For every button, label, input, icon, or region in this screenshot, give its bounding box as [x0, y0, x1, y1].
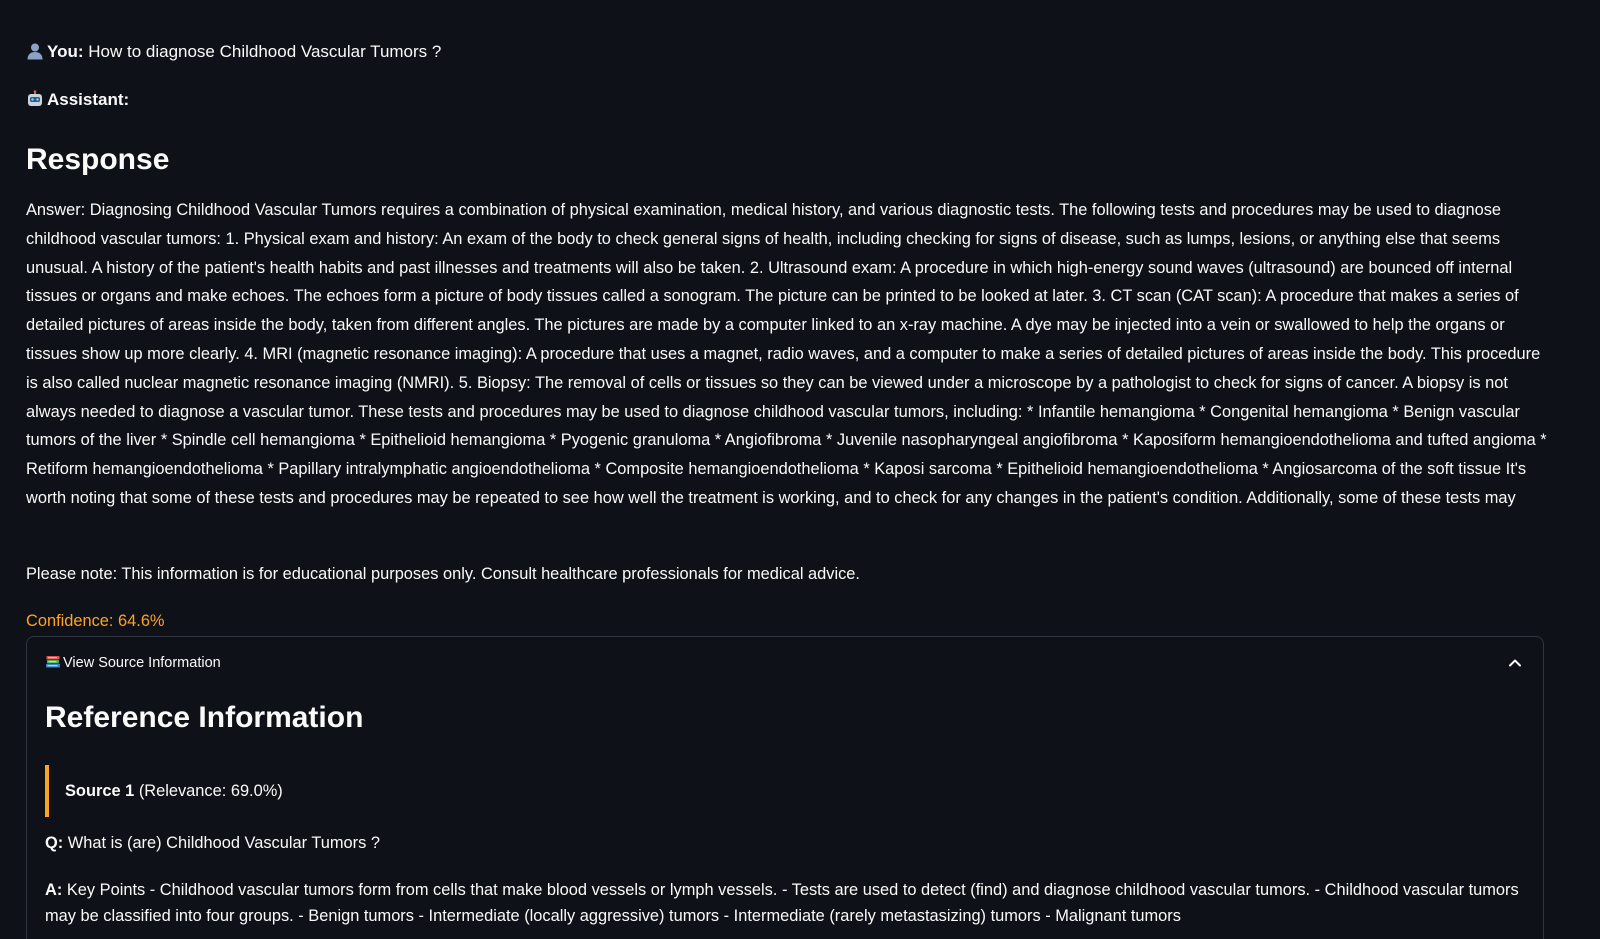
source-expander-toggle[interactable]: View Source Information — [27, 637, 1543, 689]
answer-text: Key Points - Childhood vascular tumors f… — [45, 881, 1519, 925]
source-answer: A: Key Points - Childhood vascular tumor… — [45, 877, 1525, 929]
confidence-score: Confidence: 64.6% — [26, 612, 165, 630]
expander-label-text: View Source Information — [63, 655, 221, 671]
source-title-line: Source 1 (Relevance: 69.0%) — [65, 779, 283, 803]
expander-label: View Source Information — [45, 652, 221, 674]
user-silhouette-icon — [27, 43, 43, 60]
source-callout: Source 1 (Relevance: 69.0%) — [45, 765, 283, 817]
source-question: Q: What is (are) Childhood Vascular Tumo… — [45, 830, 380, 856]
user-message-text: How to diagnose Childhood Vascular Tumor… — [88, 42, 442, 61]
chevron-up-icon[interactable] — [1507, 655, 1523, 671]
answer-label: A: — [45, 881, 63, 899]
user-label: You: — [47, 42, 84, 61]
disclaimer-note: Please note: This information is for edu… — [26, 565, 860, 583]
chat-page: You: How to diagnose Childhood Vascular … — [0, 0, 1600, 939]
assistant-label: Assistant: — [47, 90, 130, 109]
robot-icon — [28, 90, 42, 106]
response-answer: Answer: Diagnosing Childhood Vascular Tu… — [26, 201, 1547, 507]
question-text: What is (are) Childhood Vascular Tumors … — [67, 834, 380, 852]
response-heading: Response — [26, 143, 170, 176]
user-message: You: How to diagnose Childhood Vascular … — [26, 40, 441, 64]
source-relevance: (Relevance: 69.0%) — [138, 782, 283, 800]
assistant-message-header: Assistant: — [26, 88, 129, 112]
books-icon — [46, 656, 60, 668]
reference-heading: Reference Information — [45, 701, 364, 734]
source-title: Source 1 — [65, 782, 135, 800]
question-label: Q: — [45, 834, 64, 852]
source-expander: View Source Information Reference Inform… — [26, 636, 1544, 939]
